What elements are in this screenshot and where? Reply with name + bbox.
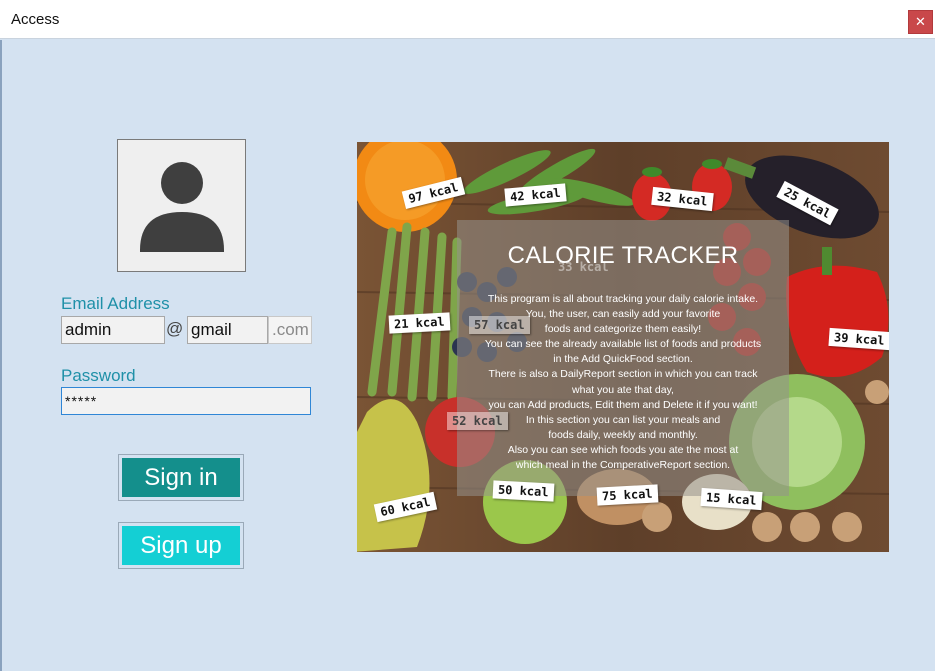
password-label: Password bbox=[61, 366, 136, 385]
kcal-tag-blueberry: 57 kcal bbox=[469, 316, 530, 334]
description-line: which meal in the ComperativeReport sect… bbox=[515, 459, 731, 472]
sign-in-label: Sign in bbox=[122, 458, 240, 497]
user-silhouette-icon bbox=[140, 162, 224, 252]
window-edge bbox=[0, 40, 2, 671]
description-line: in the Add QuickFood section. bbox=[553, 353, 693, 366]
password-field[interactable]: ***** bbox=[61, 387, 311, 415]
description-line: There is also a DailyReport section in w… bbox=[488, 368, 758, 381]
title-bar: Access ✕ bbox=[0, 0, 935, 39]
username-field[interactable]: admin bbox=[61, 316, 165, 344]
description-panel: CALORIE TRACKER This program is all abou… bbox=[457, 220, 789, 496]
description-line: what you ate that day, bbox=[572, 383, 674, 396]
sign-up-label: Sign up bbox=[122, 526, 240, 565]
avatar bbox=[117, 139, 246, 272]
description-line: foods daily, weekly and monthly. bbox=[548, 428, 698, 441]
banner-title: CALORIE TRACKER bbox=[507, 242, 739, 269]
description-line: You can see the already available list o… bbox=[484, 338, 762, 351]
close-button[interactable]: ✕ bbox=[908, 10, 933, 34]
domain-field[interactable]: gmail bbox=[187, 316, 268, 344]
calorie-tracker-banner: CALORIE TRACKER This program is all abou… bbox=[357, 142, 889, 552]
kcal-tag-tomato: 33 kcal bbox=[558, 260, 609, 274]
kcal-tag-apple-green: 50 kcal bbox=[492, 480, 555, 502]
description-line: Also you can see which foods you ate the… bbox=[507, 443, 739, 456]
tld-field[interactable]: .com bbox=[268, 316, 312, 344]
kcal-tag-asparagus: 21 kcal bbox=[388, 312, 451, 334]
sign-in-button[interactable]: Sign in bbox=[118, 454, 244, 501]
kcal-tag-potato: 75 kcal bbox=[596, 484, 659, 506]
at-symbol: @ bbox=[166, 319, 184, 338]
window-title: Access bbox=[11, 11, 60, 28]
description-line: This program is all about tracking your … bbox=[487, 293, 759, 305]
description-line: you can Add products, Edit them and Dele… bbox=[488, 398, 758, 411]
kcal-tag-apple-red: 52 kcal bbox=[447, 412, 508, 430]
email-label: Email Address bbox=[61, 294, 170, 313]
close-icon: ✕ bbox=[915, 14, 926, 29]
sign-up-button[interactable]: Sign up bbox=[118, 522, 244, 569]
